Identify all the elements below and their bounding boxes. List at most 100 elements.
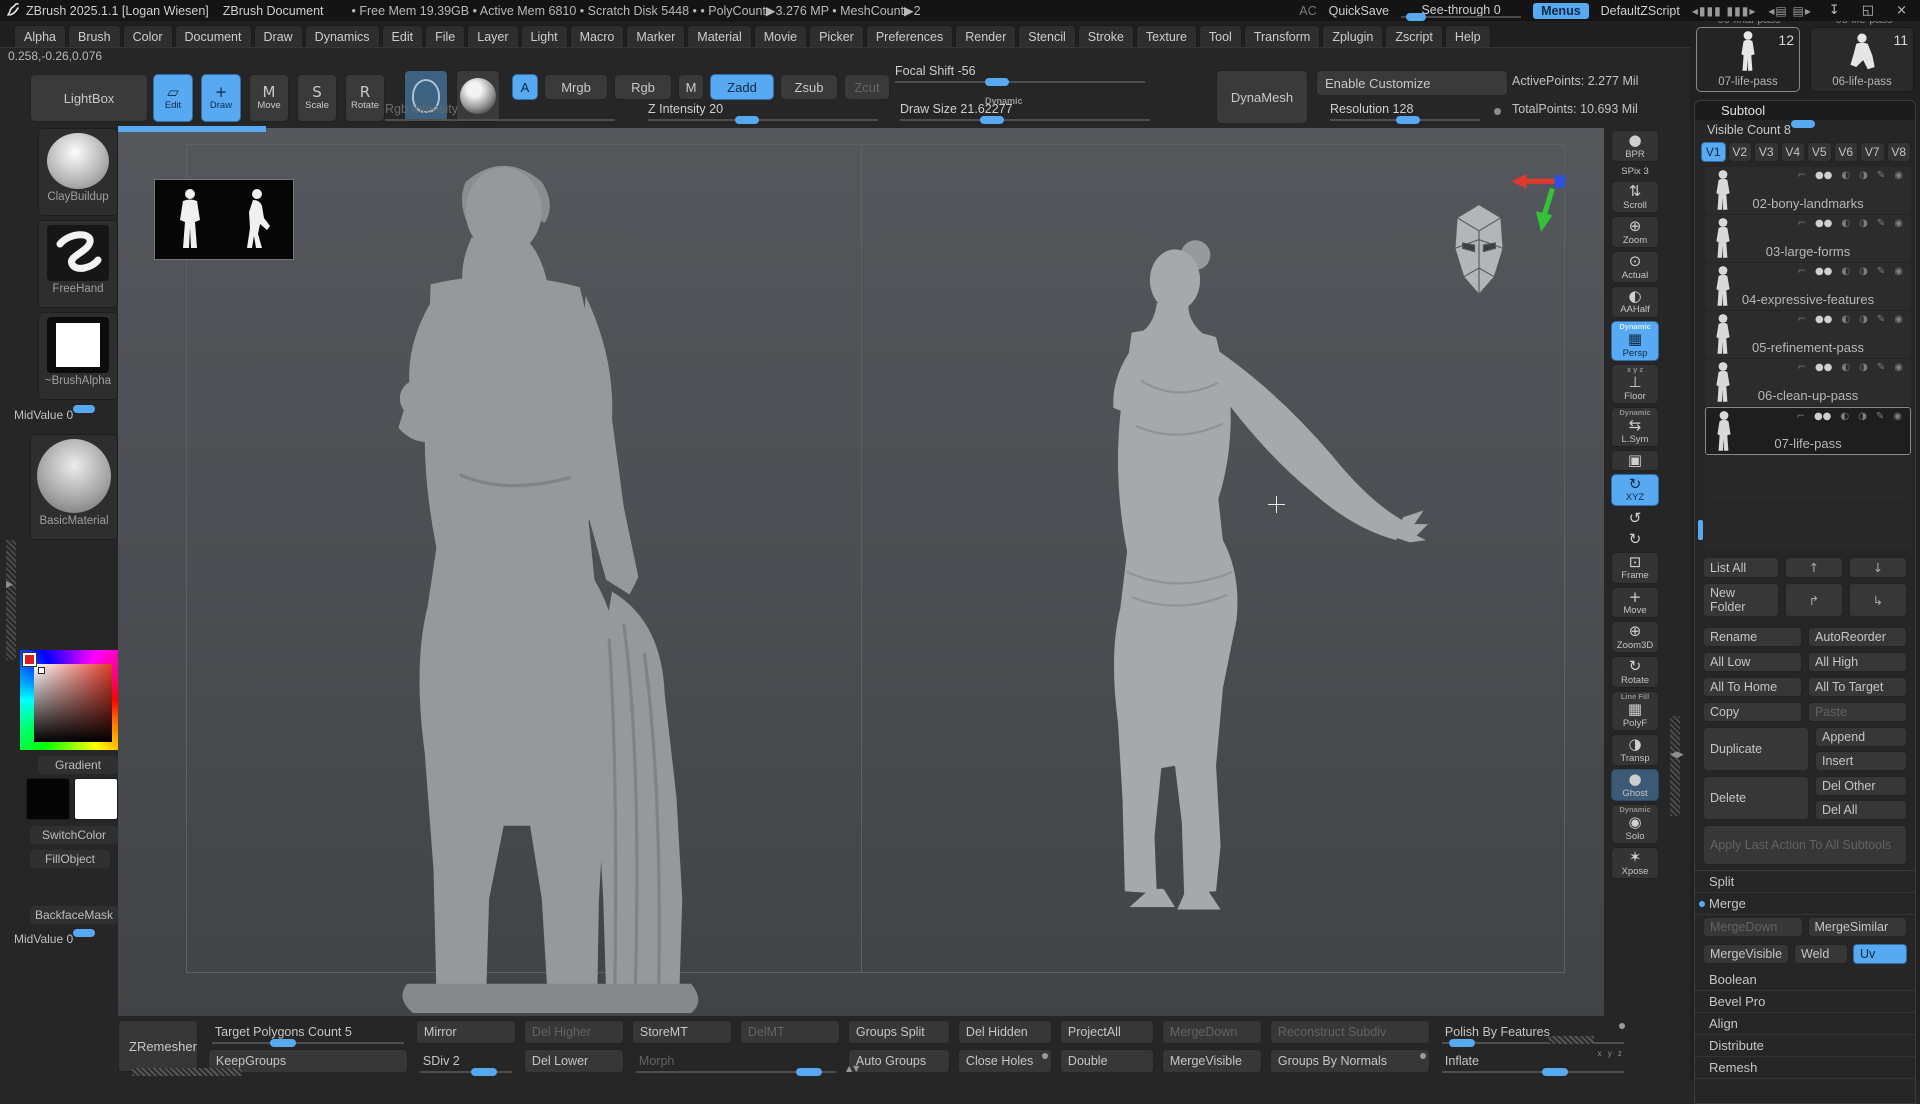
bottom-shelf-button[interactable]: Mirror [416,1020,516,1044]
subtool-row[interactable]: ⌐ ●● ◐ ◑ ✎ ◉ 07-life-pass [1705,407,1911,455]
menu-tab[interactable]: Transform [1244,25,1321,47]
menu-tab[interactable]: Marker [626,25,685,47]
enable-customize-button[interactable]: Enable Customize [1316,70,1508,96]
version-button[interactable]: V7 [1860,142,1885,162]
brush-icon[interactable]: ✎ [1877,314,1885,325]
del-other-button[interactable]: Del Other [1815,776,1907,796]
eye-icon[interactable]: ◉ [1894,170,1903,181]
subtool-header[interactable]: Subtool [1695,101,1915,120]
eye-icon[interactable]: ◉ [1894,362,1903,373]
midvalue-slider-top[interactable]: MidValue 0 [14,408,110,422]
backfacemask-button[interactable]: BackfaceMask [30,906,118,924]
right-shelf-button[interactable]: ● BPR [1611,130,1659,162]
midvalue-bottom-handle[interactable] [73,929,95,937]
all-low-button[interactable]: All Low [1703,652,1802,672]
bottom-shelf-button[interactable]: Del Hidden [958,1020,1052,1044]
menu-tab[interactable]: Stroke [1078,25,1134,47]
main-color-swatch[interactable] [26,778,70,820]
zremesher-button[interactable]: ZRemesher [118,1020,198,1072]
bottom-divider-handle-right[interactable] [1548,1036,1594,1044]
brush-icon[interactable]: ✎ [1877,170,1885,181]
menu-tab[interactable]: Edit [382,25,424,47]
copy-button[interactable]: Copy [1703,702,1802,722]
bottom-shelf-button[interactable]: MergeDown [1162,1020,1262,1044]
gizmo-tool-button[interactable]: R Rotate [345,74,385,122]
list-all-button[interactable]: List All [1703,557,1779,578]
mode-button[interactable]: Zadd [710,74,774,100]
axis-gizmo[interactable] [1510,172,1566,234]
right-shelf-button[interactable]: ● Ghost [1611,769,1659,801]
move-out-folder-button[interactable]: ↱ [1785,583,1843,617]
visibility-icon[interactable]: ●● [1814,411,1831,422]
lightbox-button[interactable]: LightBox [30,74,148,122]
right-shelf-button[interactable]: Dynamic ◉ Solo [1611,804,1659,844]
bottom-shelf-button[interactable]: Groups By Normals [1270,1049,1430,1073]
left-collapse-arrow[interactable]: ▶ [6,580,13,590]
polyframe-icon[interactable]: ⌐ [1798,218,1806,229]
bottom-shelf-button[interactable]: StoreMT [632,1020,732,1044]
resolution-handle[interactable] [1396,116,1420,124]
uv-icon[interactable]: ◑ [1858,411,1867,422]
move-into-folder-button[interactable]: ↳ [1849,583,1907,617]
uv-icon[interactable]: ◑ [1859,314,1868,325]
seethrough-handle[interactable] [1406,13,1426,21]
del-all-button[interactable]: Del All [1815,800,1907,820]
bottom-shelf-button[interactable]: Polish By Features [1438,1020,1628,1044]
canvas-scroll-arrows[interactable]: ▲▼ [846,1064,860,1073]
menu-tab[interactable]: Stencil [1018,25,1076,47]
bottom-shelf-button[interactable]: Close Holes [958,1049,1052,1073]
all-high-button[interactable]: All High [1808,652,1907,672]
switchcolor-button[interactable]: SwitchColor [30,826,118,844]
polyframe-icon[interactable]: ⌐ [1797,411,1805,422]
right-shelf-button[interactable]: ◐ AAHalf [1611,286,1659,318]
version-button[interactable]: V5 [1807,142,1832,162]
gizmo-tool-button[interactable]: ▱ Edit [153,74,193,122]
eye-icon[interactable]: ◉ [1893,411,1902,422]
brush-icon[interactable]: ✎ [1877,362,1885,373]
material-basicmaterial[interactable]: BasicMaterial [30,434,118,540]
left-divider-handle[interactable] [6,540,16,660]
menu-tab[interactable]: Alpha [14,25,66,47]
insert-button[interactable]: Insert [1815,751,1907,771]
bottom-shelf-button[interactable]: Target Polygons Count 5 [208,1020,408,1044]
divider-bar-icons[interactable]: ◂▮▮▮ ▮▮▮▸ [1692,4,1756,18]
weld-button[interactable]: Weld [1794,944,1848,964]
draw-size-dynamic-label[interactable]: Dynamic [985,96,1023,106]
all-to-home-button[interactable]: All To Home [1703,677,1802,697]
right-shelf-button[interactable]: Dynamic ⇆ L.Sym [1611,407,1659,447]
delete-button[interactable]: Delete [1703,776,1809,820]
draw-size-handle[interactable] [980,116,1004,124]
gizmo-tool-button[interactable]: + Draw [201,74,241,122]
polypaint-icon[interactable]: ◐ [1841,314,1850,325]
paste-button[interactable]: Paste [1808,702,1907,722]
bottom-shelf-button[interactable]: Auto Groups [848,1049,950,1073]
eye-icon[interactable]: ◉ [1894,266,1903,277]
right-shelf-button[interactable]: ↻ Rotate [1611,656,1659,688]
bottom-divider-handle[interactable] [132,1068,242,1076]
option-dot[interactable] [1042,1053,1048,1059]
focal-shift-slider[interactable]: Focal Shift -56 [895,64,1145,83]
right-shelf-button[interactable]: ↻ XYZ [1611,474,1659,506]
move-up-button[interactable]: ↑ [1785,557,1843,578]
default-zscript-button[interactable]: DefaultZScript [1601,4,1680,18]
mergevisible-button[interactable]: MergeVisible [1703,944,1789,964]
polypaint-icon[interactable]: ◐ [1840,411,1849,422]
menu-tab[interactable]: Dynamics [305,25,380,47]
polypaint-icon[interactable]: ◐ [1841,170,1850,181]
menu-tab[interactable]: Light [521,25,568,47]
dynamesh-button[interactable]: DynaMesh [1216,70,1308,124]
duplicate-button[interactable]: Duplicate [1703,727,1809,771]
slider-handle[interactable] [1542,1068,1568,1076]
right-shelf-button[interactable]: ⊕ Zoom [1611,216,1659,248]
subtool-scroll-marker[interactable] [1698,520,1703,540]
rename-button[interactable]: Rename [1703,627,1802,647]
gradient-button[interactable]: Gradient [38,756,118,774]
version-button[interactable]: V3 [1754,142,1779,162]
right-shelf-button[interactable]: ⊕ Zoom3D [1611,621,1659,653]
menu-tab[interactable]: Layer [467,25,518,47]
polyframe-icon[interactable]: ⌐ [1798,266,1806,277]
minimize-button[interactable]: ↧ [1824,3,1845,18]
z-intensity-slider[interactable]: Z Intensity 20 [648,102,878,121]
close-button[interactable]: × [1891,3,1912,18]
mergesimilar-button[interactable]: MergeSimilar [1808,917,1908,937]
